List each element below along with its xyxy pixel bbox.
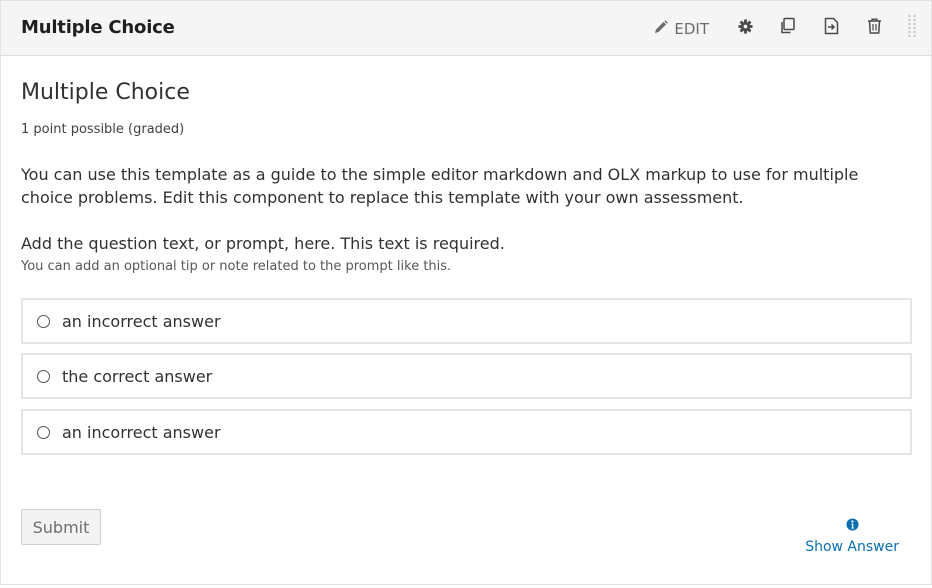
radio-button[interactable] — [37, 369, 50, 383]
component-header: Multiple Choice EDIT — [1, 1, 931, 56]
move-button[interactable] — [821, 17, 841, 40]
duplicate-button[interactable] — [778, 17, 798, 40]
problem-title: Multiple Choice — [21, 80, 190, 105]
points-possible: 1 point possible (graded) — [21, 122, 185, 137]
problem-description: You can use this template as a guide to … — [21, 165, 859, 207]
radio-button[interactable] — [37, 314, 50, 328]
drag-handle[interactable] — [907, 14, 917, 43]
problem-component: Multiple Choice EDIT Multiple Choice 1 p… — [0, 0, 932, 585]
delete-button[interactable] — [864, 18, 884, 39]
pencil-icon — [654, 19, 669, 38]
radio-button[interactable] — [37, 425, 50, 439]
question-prompt: Add the question text, or prompt, here. … — [21, 234, 505, 253]
edit-label: EDIT — [674, 19, 709, 38]
choice-option[interactable]: the correct answer — [21, 353, 912, 399]
trash-icon — [867, 18, 882, 39]
info-icon — [846, 518, 859, 536]
choice-label: an incorrect answer — [62, 311, 221, 331]
edit-button[interactable]: EDIT — [654, 20, 709, 38]
duplicate-icon — [779, 17, 797, 40]
show-answer-label: Show Answer — [805, 539, 899, 555]
submit-button[interactable]: Submit — [21, 509, 101, 545]
choice-label: the correct answer — [62, 366, 213, 386]
question-tip: You can add an optional tip or note rela… — [21, 259, 452, 274]
show-answer-button[interactable]: Show Answer — [805, 518, 899, 555]
settings-button[interactable] — [735, 18, 755, 39]
choice-option[interactable]: an incorrect answer — [21, 409, 912, 455]
choice-label: an incorrect answer — [62, 422, 221, 442]
move-icon — [823, 17, 840, 40]
component-actions: EDIT — [654, 1, 917, 56]
choice-option[interactable]: an incorrect answer — [21, 298, 912, 344]
component-title: Multiple Choice — [21, 17, 175, 38]
gear-icon — [737, 18, 753, 39]
drag-handle-icon — [907, 14, 917, 43]
